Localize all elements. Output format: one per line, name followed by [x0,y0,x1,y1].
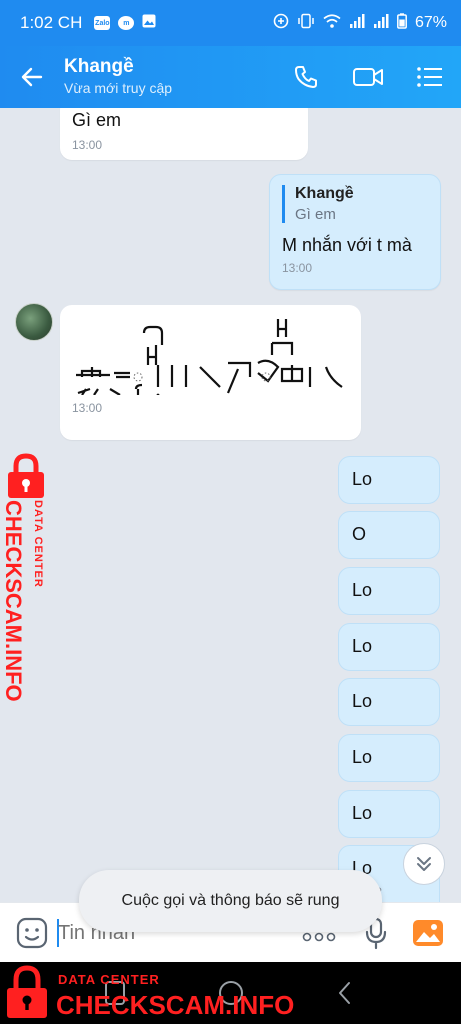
back-arrow-icon [21,67,43,87]
list-menu-icon [417,67,442,87]
message-text: M nhắn với t mà [282,235,412,255]
back-button[interactable] [0,46,64,108]
outgoing-message[interactable]: Lo [338,678,440,726]
signal-icon-1 [349,13,365,34]
vibrate-toast: Cuộc gọi và thông báo sẽ rung [79,870,382,932]
status-time: 1:02 CH [20,13,83,32]
message-text: Lo [352,803,373,823]
back-chevron-icon [339,982,350,1004]
outgoing-message[interactable]: Khangề Gì em M nhắn với t mà 13:00 [269,174,441,290]
image-icon [413,920,443,946]
avatar[interactable] [15,303,53,341]
watermark-bottom-small: DATA CENTER [58,972,160,987]
sticker-button[interactable] [16,917,48,954]
vibrate-icon [297,13,315,34]
zalo-app-icon: Zalo [94,16,111,30]
outgoing-message[interactable]: Lo [338,790,440,838]
incoming-message[interactable]: 13:00 [60,305,361,440]
padlock-icon [8,453,44,498]
message-text: Lo [352,469,373,489]
message-time: 13:00 [72,138,103,152]
quoted-text: Gì em [295,206,336,223]
battery-percent: 67% [414,14,447,31]
contact-status: Vừa mới truy cập [64,80,173,96]
data-saver-icon [273,13,289,34]
glyph-art-message [76,319,343,395]
contact-info[interactable]: Khangề Vừa mới truy cập [64,56,275,98]
watermark-side: DATA CENTER CHECKSCAM.INFO [0,452,56,702]
outgoing-message[interactable]: Lo [338,567,440,615]
outgoing-message[interactable]: Lo [338,623,440,671]
quoted-message[interactable]: Khangề Gì em [282,185,428,223]
message-text: Gì em [72,110,122,130]
messenger-app-icon: m [118,16,135,30]
outgoing-message[interactable]: Lo [338,456,440,504]
message-text: O [352,524,367,544]
voice-call-button[interactable] [275,46,337,108]
back-nav-button[interactable] [336,978,354,1013]
message-text: Lo [352,747,373,767]
outgoing-message[interactable]: Lo [338,734,440,782]
message-text: Lo [352,580,373,600]
wifi-icon [323,13,341,34]
watermark-side-small: DATA CENTER [32,500,44,588]
video-call-button[interactable] [337,46,399,108]
photo-picker-button[interactable] [412,917,444,954]
chat-area[interactable]: Gì em 13:00 Khangề Gì em M nhắn với t mà… [0,108,461,902]
gallery-icon [142,14,156,33]
message-time: 13:00 [72,401,103,415]
message-text: Lo [352,691,373,711]
scroll-to-bottom-button[interactable] [403,843,445,885]
status-bar: 1:02 CH Zalo m 67% [0,0,461,46]
double-chevron-down-icon [417,857,431,871]
battery-icon [397,12,407,34]
message-time: 13:00 [282,261,313,275]
sticker-face-icon [16,917,48,949]
contact-name: Khangề [64,56,134,77]
options-menu-button[interactable] [399,46,461,108]
more-dots-icon [302,932,336,942]
outgoing-message[interactable]: O [338,511,440,559]
padlock-icon [7,965,47,1018]
video-camera-icon [353,68,383,86]
quoted-sender: Khangề [295,185,354,202]
watermark-bottom: DATA CENTER CHECKSCAM.INFO [0,962,300,1024]
signal-icon-2 [373,13,389,34]
watermark-side-big: CHECKSCAM.INFO [1,500,26,702]
system-nav-bar: DATA CENTER CHECKSCAM.INFO [0,962,461,1024]
watermark-bottom-big: CHECKSCAM.INFO [56,990,295,1020]
incoming-message[interactable]: Gì em 13:00 [60,108,308,160]
message-text: Lo [352,636,373,656]
chat-header: Khangề Vừa mới truy cập [0,46,461,108]
phone-icon [295,66,317,88]
